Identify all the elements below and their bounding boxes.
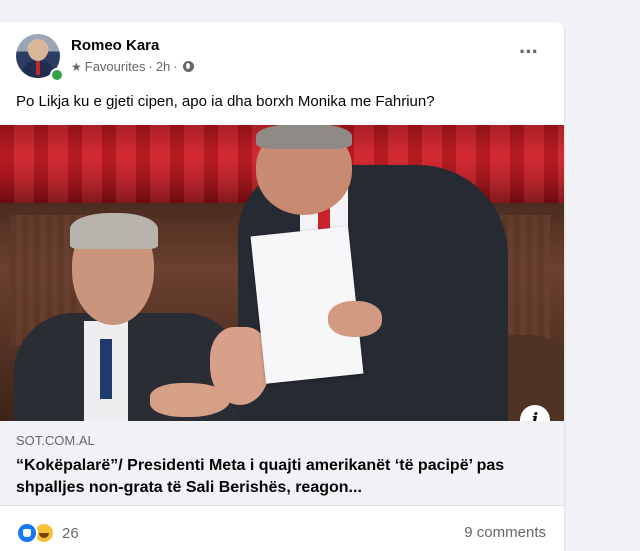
link-preview-image[interactable]: i	[0, 125, 564, 421]
author-name[interactable]: Romeo Kara	[71, 37, 159, 54]
reaction-count: 26	[62, 524, 79, 542]
online-status-icon	[50, 68, 64, 82]
meta-separator: ·	[148, 59, 153, 74]
reactions-summary[interactable]: 26	[16, 522, 79, 544]
more-options-icon[interactable]: ···	[519, 41, 539, 63]
like-reaction-icon	[16, 522, 38, 544]
post-card: Romeo Kara ★ Favourites · 2h · ··· Po Li…	[0, 22, 564, 551]
comments-count-link[interactable]: 9 comments	[464, 524, 546, 541]
link-domain: SOT.COM.AL	[16, 433, 95, 448]
post-time[interactable]: 2h	[156, 59, 170, 74]
post-header: Romeo Kara ★ Favourites · 2h · ···	[16, 34, 548, 82]
avatar-head	[28, 39, 48, 61]
image-hand-holding-paper	[328, 301, 382, 337]
globe-icon[interactable]	[182, 61, 194, 72]
image-standing-man-hair	[256, 125, 352, 149]
link-preview[interactable]: SOT.COM.AL “Kokëpalarë”/ Presidenti Meta…	[0, 421, 564, 506]
meta-separator-2: ·	[173, 59, 178, 74]
post-text: Po Likja ku e gjeti cipen, apo ia dha bo…	[16, 93, 435, 110]
image-seated-man-hair	[70, 213, 158, 249]
avatar-tie	[36, 61, 40, 75]
link-title[interactable]: “Kokëpalarë”/ Presidenti Meta i quajti a…	[16, 455, 536, 499]
favourite-star-icon: ★	[71, 59, 82, 74]
image-seated-man-hand	[150, 383, 230, 417]
audience-label: Favourites	[84, 59, 146, 74]
post-meta: ★ Favourites · 2h ·	[71, 59, 194, 74]
image-seated-man-tie	[100, 339, 112, 399]
